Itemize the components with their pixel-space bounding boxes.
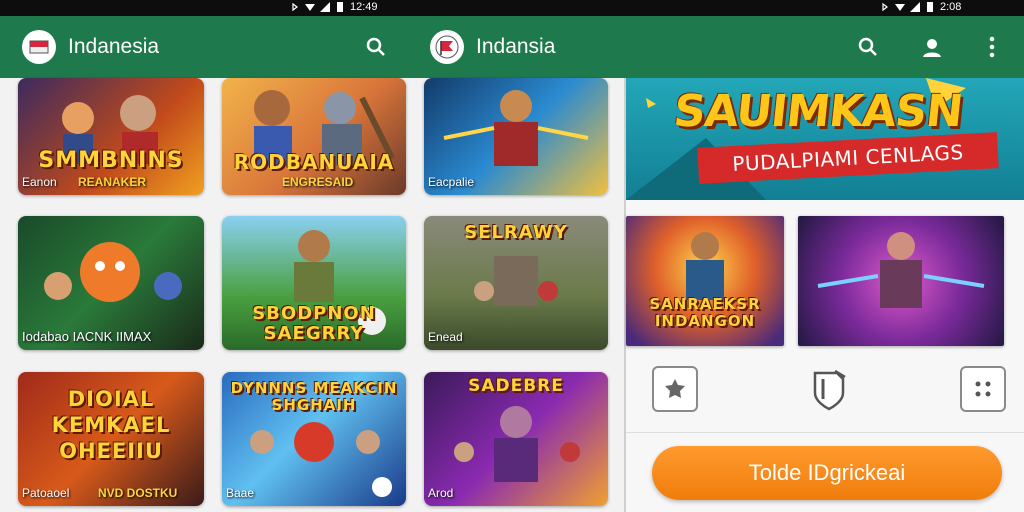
- wifi-icon: [895, 4, 905, 11]
- game-tile[interactable]: SBODPNON SAEGRRY: [222, 216, 406, 350]
- status-icons-right: 2:08: [880, 1, 961, 13]
- primary-cta-button[interactable]: Tolde IDgrickeai: [652, 446, 1002, 500]
- bluetooth-icon: [882, 2, 888, 12]
- tile-title: DIOIAL KEMKAEL OHEEIIU: [51, 387, 171, 463]
- tile-title: SMMBNINS: [38, 148, 184, 173]
- signal-icon: [320, 2, 330, 12]
- wifi-icon: [305, 4, 315, 11]
- tile-caption: Iodabao IACNK IIMAX: [22, 329, 152, 344]
- tile-caption: Arod: [428, 486, 454, 500]
- feature-card[interactable]: SANRAEKSR INDANGON: [626, 216, 784, 346]
- game-tile[interactable]: SELRAWY Enead: [424, 216, 608, 350]
- game-tile[interactable]: Iodabao IACNK IIMAX: [18, 216, 204, 350]
- right-app-bar: Indansia: [414, 16, 1024, 78]
- tile-caption: Patoaoel: [22, 486, 70, 500]
- status-icons-left: 12:49: [290, 1, 378, 13]
- tile-title: RODBANUAIA: [233, 150, 395, 174]
- tile-caption: Enead: [428, 330, 463, 344]
- card-title: SANRAEKSR INDANGON: [649, 295, 761, 330]
- tile-title: SELRAWY: [464, 222, 568, 243]
- tile-title: DYNNNS MEAKCIN SHGHAIH: [230, 379, 398, 414]
- tile-title: SADEBRE: [468, 376, 564, 396]
- search-icon[interactable]: [356, 27, 396, 67]
- status-time-left: 12:49: [350, 1, 378, 13]
- tile-subtitle: NVD DOSTKU: [98, 486, 178, 500]
- tile-title: SBODPNON SAEGRRY: [252, 303, 376, 344]
- game-tile[interactable]: RODBANUAIA ENGRESAID: [222, 78, 406, 195]
- signal-icon: [910, 2, 920, 12]
- left-app-bar: Indanesia: [0, 16, 414, 78]
- game-badge-icon[interactable]: [652, 366, 698, 412]
- tile-subtitle: ENGRESAID: [282, 175, 354, 189]
- status-bar: 12:49 2:08: [0, 0, 1024, 16]
- battery-icon: [337, 2, 343, 12]
- section-divider: [626, 432, 1024, 433]
- banner-title: SAUIMKASN: [671, 86, 965, 137]
- person-icon[interactable]: [912, 27, 952, 67]
- search-icon[interactable]: [848, 27, 888, 67]
- flag-logo-icon: [22, 30, 56, 64]
- flag-logo-icon: [430, 30, 464, 64]
- status-time-right: 2:08: [940, 1, 962, 13]
- grid-dots-icon[interactable]: [960, 366, 1006, 412]
- game-tile[interactable]: SADEBRE Arod: [424, 372, 608, 506]
- feature-card[interactable]: [798, 216, 1004, 346]
- bluetooth-icon: [292, 2, 298, 12]
- more-vert-icon[interactable]: [972, 27, 1012, 67]
- shield-flag-icon[interactable]: [806, 366, 852, 412]
- app-title: Indanesia: [68, 35, 160, 58]
- game-tile[interactable]: SMMBNINS Eanon REANAKER: [18, 78, 204, 195]
- game-tile[interactable]: DIOIAL KEMKAEL OHEEIIU Patoaoel NVD DOST…: [18, 372, 204, 506]
- battery-icon: [927, 2, 933, 12]
- tile-caption: Eacpalie: [428, 175, 475, 189]
- tile-caption: Baae: [226, 486, 255, 500]
- tile-subtitle: REANAKER: [78, 175, 147, 189]
- promo-banner[interactable]: SAUIMKASN PUDALPIAMI CENLAGS: [626, 78, 1024, 200]
- game-tile[interactable]: DYNNNS MEAKCIN SHGHAIH Baae: [222, 372, 406, 506]
- tile-caption: Eanon: [22, 175, 57, 189]
- game-tile[interactable]: Eacpalie: [424, 78, 608, 195]
- app-title: Indansia: [476, 35, 556, 58]
